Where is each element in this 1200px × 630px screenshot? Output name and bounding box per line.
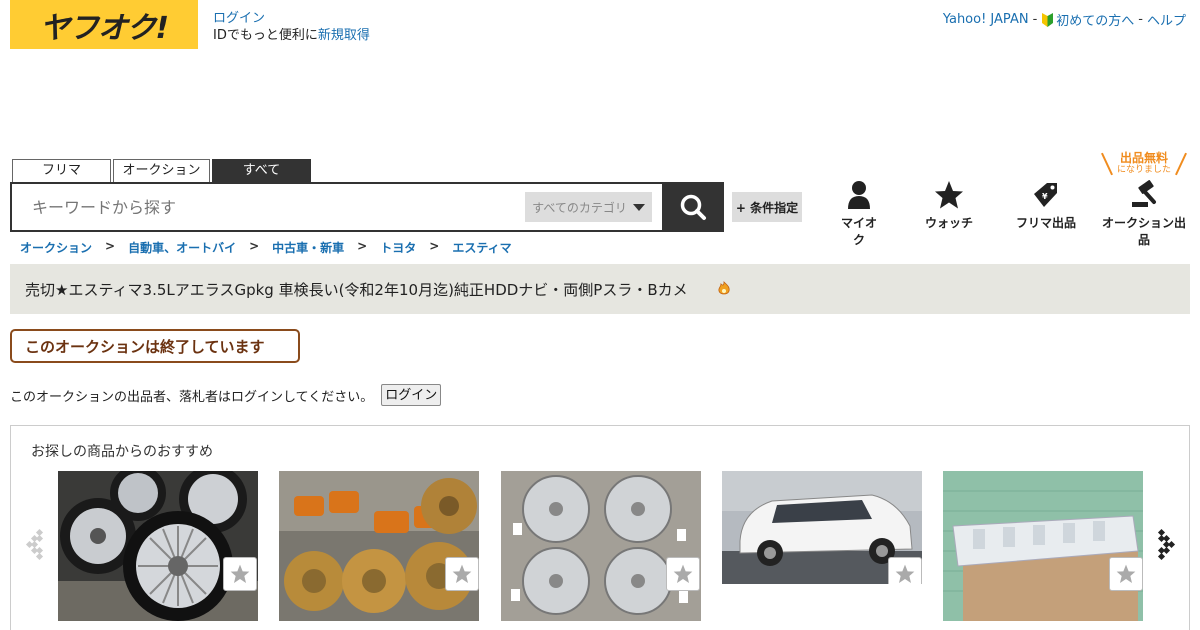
free-badge-line2: になりました bbox=[1116, 165, 1171, 175]
watch-button[interactable] bbox=[223, 557, 257, 591]
nav-fleamarket-sell[interactable]: ¥ フリマ出品 bbox=[1012, 180, 1080, 231]
star-icon bbox=[230, 564, 250, 583]
star-icon bbox=[673, 564, 693, 583]
condition-button[interactable]: + 条件指定 bbox=[732, 192, 802, 222]
register-link[interactable]: 新規取得 bbox=[318, 28, 370, 43]
login-note: このオークションの出品者、落札者はログインしてください。 ログイン bbox=[10, 384, 442, 406]
nav-auction-sell[interactable]: オークション出品 bbox=[1098, 180, 1190, 248]
separator: - bbox=[1138, 12, 1143, 27]
login-button[interactable]: ログイン bbox=[381, 384, 442, 406]
svg-text:¥: ¥ bbox=[1042, 192, 1048, 201]
login-prefix: IDでもっと便利に bbox=[213, 28, 318, 43]
tab-all[interactable]: すべて bbox=[212, 159, 311, 182]
nav-watch[interactable]: ウォッチ bbox=[922, 180, 976, 231]
separator: - bbox=[1032, 12, 1038, 27]
search-tabs: フリマ オークション すべて bbox=[12, 159, 311, 182]
chevron-down-icon bbox=[632, 203, 645, 211]
nav-auction-sell-label: オークション出品 bbox=[1101, 216, 1186, 247]
product-image bbox=[279, 471, 479, 621]
nav-myauc[interactable]: マイオク bbox=[836, 180, 882, 248]
tab-auction[interactable]: オークション bbox=[113, 159, 210, 182]
star-icon bbox=[935, 181, 963, 209]
product-image bbox=[501, 471, 701, 621]
auction-ended-text: このオークションは終了しています bbox=[25, 337, 265, 356]
recommendation-item[interactable] bbox=[58, 471, 258, 621]
breadcrumb-separator: > bbox=[105, 239, 116, 253]
breadcrumb: オークション > 自動車、オートバイ > 中古車・新車 > トヨタ > エスティ… bbox=[20, 239, 512, 256]
login-block: ログイン IDでもっと便利に新規取得 bbox=[213, 10, 370, 44]
first-time-label: 初めての方へ bbox=[1056, 14, 1135, 29]
first-time-link[interactable]: 初めての方へ bbox=[1041, 10, 1134, 29]
item-title: 売切★エスティマ3.5LアエラスGpkg 車検長い(令和2年10月迄)純正HDD… bbox=[25, 280, 688, 299]
logo-text: ヤフオク! bbox=[39, 10, 169, 46]
star-icon bbox=[1116, 564, 1136, 583]
breadcrumb-toyota[interactable]: トヨタ bbox=[380, 239, 416, 256]
search-button[interactable] bbox=[662, 182, 724, 232]
search-bar: すべてのカテゴリ bbox=[10, 182, 724, 232]
breadcrumb-separator: > bbox=[357, 239, 368, 253]
login-note-text: このオークションの出品者、落札者はログインしてください。 bbox=[10, 389, 374, 405]
breadcrumb-cars-bikes[interactable]: 自動車、オートバイ bbox=[128, 239, 236, 256]
person-icon bbox=[848, 181, 870, 209]
category-select[interactable]: すべてのカテゴリ bbox=[525, 192, 652, 222]
carousel-prev-icon[interactable] bbox=[25, 526, 47, 566]
product-image bbox=[58, 471, 258, 621]
category-selected: すべてのカテゴリ bbox=[532, 200, 627, 215]
nav-myauc-label: マイオク bbox=[840, 216, 877, 247]
hot-item-icon bbox=[718, 281, 730, 295]
price-tag-icon: ¥ bbox=[1034, 183, 1057, 207]
watch-button[interactable] bbox=[445, 557, 479, 591]
tab-fleamarket[interactable]: フリマ bbox=[12, 159, 111, 182]
free-badge-line1: 出品無料 bbox=[1119, 151, 1168, 165]
watch-button[interactable] bbox=[888, 557, 922, 584]
star-icon bbox=[895, 564, 915, 583]
breadcrumb-auction[interactable]: オークション bbox=[20, 239, 92, 256]
product-image bbox=[943, 471, 1143, 621]
watch-button[interactable] bbox=[1109, 557, 1143, 591]
breadcrumb-separator: > bbox=[429, 239, 440, 253]
nav-watch-label: ウォッチ bbox=[924, 216, 973, 230]
watch-button[interactable] bbox=[666, 557, 700, 591]
nav-fleamarket-sell-label: フリマ出品 bbox=[1015, 216, 1076, 230]
breadcrumb-separator: > bbox=[249, 239, 260, 253]
yahuoku-logo[interactable]: ヤフオク! bbox=[10, 0, 198, 49]
item-title-bar: 売切★エスティマ3.5LアエラスGpkg 車検長い(令和2年10月迄)純正HDD… bbox=[10, 264, 1190, 314]
breadcrumb-estima[interactable]: エスティマ bbox=[452, 239, 511, 256]
breadcrumb-used-new-cars[interactable]: 中古車・新車 bbox=[272, 239, 344, 256]
help-link[interactable]: ヘルプ bbox=[1147, 10, 1186, 29]
recommendations-panel: お探しの商品からのおすすめ bbox=[10, 425, 1190, 630]
login-link[interactable]: ログイン bbox=[213, 11, 265, 26]
recommendation-item[interactable] bbox=[722, 471, 922, 584]
recommendation-item[interactable] bbox=[943, 471, 1143, 621]
recommendation-item[interactable] bbox=[279, 471, 479, 621]
recommendation-item[interactable] bbox=[501, 471, 701, 621]
free-listing-badge: 出品無料 になりました bbox=[1101, 151, 1187, 176]
recommendations-title: お探しの商品からのおすすめ bbox=[31, 444, 213, 460]
top-links: Yahoo! JAPAN - 初めての方へ - ヘルプ bbox=[943, 10, 1186, 29]
search-icon bbox=[680, 194, 706, 220]
star-icon bbox=[452, 564, 472, 583]
gavel-icon bbox=[1132, 180, 1156, 207]
auction-ended-box: このオークションは終了しています bbox=[10, 329, 300, 363]
carousel-next-icon[interactable] bbox=[1155, 526, 1177, 566]
yahoo-japan-link[interactable]: Yahoo! JAPAN bbox=[943, 12, 1029, 27]
search-input[interactable] bbox=[12, 184, 525, 230]
beginner-mark-icon bbox=[1042, 13, 1054, 27]
